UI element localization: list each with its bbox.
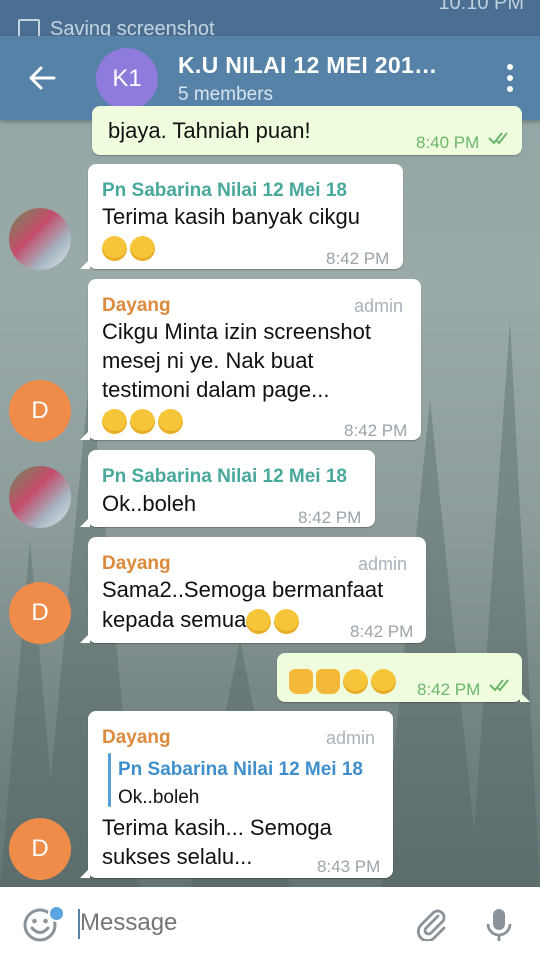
- message-text: Sama2..Semoga bermanfaat: [102, 577, 384, 602]
- avatar-photo[interactable]: [9, 466, 71, 528]
- notification-dot-icon: [48, 905, 65, 922]
- message-text: Cikgu Minta izin screenshot: [102, 319, 372, 344]
- smiling-emoji-icon: [130, 408, 155, 434]
- message-text: Terima kasih banyak cikgu: [102, 204, 361, 229]
- thumbs-up-emoji-icon: [289, 668, 313, 694]
- heart-eyes-emoji-icon: [343, 668, 368, 694]
- thumbs-up-emoji-icon: [316, 668, 340, 694]
- status-bar: Saving screenshot 10:10 PM: [0, 0, 540, 36]
- message-input-bar: [0, 887, 540, 960]
- kissing-heart-emoji-icon: [246, 608, 272, 634]
- message-bubble-incoming[interactable]: Dayang admin Pn Sabarina Nilai 12 Mei 18…: [80, 711, 393, 878]
- more-options-icon[interactable]: [506, 64, 514, 92]
- read-checks-icon: [488, 132, 508, 145]
- message-text: testimoni dalam page...: [102, 377, 330, 402]
- smiling-emoji-icon: [102, 408, 127, 434]
- message-sender: Dayang: [102, 295, 171, 316]
- message-text-with-emoji: kepada semua: [102, 605, 302, 634]
- message-bubble-incoming[interactable]: Pn Sabarina Nilai 12 Mei 18 Terima kasih…: [80, 164, 403, 269]
- message-time: 8:43 PM: [317, 857, 381, 876]
- heart-eyes-emoji-icon: [102, 235, 127, 261]
- message-text: kepada semua: [102, 607, 247, 632]
- chat-subtitle[interactable]: 5 members: [178, 84, 273, 106]
- message-time: 8:42 PM: [344, 421, 408, 440]
- message-text: mesej ni ye. Nak buat: [102, 348, 314, 373]
- heart-eyes-emoji-icon: [371, 668, 396, 694]
- message-time: 8:40 PM: [416, 133, 480, 152]
- message-bubble-incoming[interactable]: Dayang admin Cikgu Minta izin screenshot…: [80, 279, 421, 440]
- message-sender: Dayang: [102, 553, 171, 574]
- kissing-heart-emoji-icon: [130, 235, 155, 261]
- image-icon: [18, 18, 40, 36]
- message-time: 8:42 PM: [326, 249, 390, 268]
- avatar-photo[interactable]: [9, 208, 71, 270]
- kissing-heart-emoji-icon: [274, 608, 300, 634]
- back-arrow-icon[interactable]: [26, 62, 58, 94]
- microphone-icon[interactable]: [484, 907, 514, 943]
- message-sender: Dayang: [102, 727, 171, 748]
- message-input[interactable]: [80, 909, 380, 937]
- notification-saving: Saving screenshot: [18, 18, 215, 36]
- message-bubble-incoming[interactable]: Dayang admin Sama2..Semoga bermanfaat ke…: [80, 537, 426, 643]
- attach-icon[interactable]: [414, 907, 448, 941]
- message-emoji: [289, 665, 399, 694]
- message-sender: Pn Sabarina Nilai 12 Mei 18: [102, 180, 347, 201]
- message-bubble-incoming[interactable]: Pn Sabarina Nilai 12 Mei 18 Ok..boleh 8:…: [80, 450, 375, 527]
- chat-title[interactable]: K.U NILAI 12 MEI 201…: [178, 52, 437, 79]
- message-text: Ok..boleh: [102, 491, 197, 516]
- status-clock: 10:10 PM: [438, 0, 524, 14]
- avatar-initial[interactable]: D: [9, 818, 71, 880]
- group-avatar[interactable]: K1: [96, 48, 158, 110]
- message-bubble-outgoing[interactable]: 8:42 PM: [277, 653, 530, 702]
- message-time: 8:42 PM: [417, 680, 481, 699]
- message-sender: Pn Sabarina Nilai 12 Mei 18: [102, 466, 347, 487]
- message-text: Terima kasih... Semoga: [102, 815, 332, 840]
- read-checks-icon: [489, 679, 509, 692]
- grinning-emoji-icon: [158, 408, 183, 434]
- reply-quote-bar: [108, 753, 111, 807]
- message-emoji: [102, 232, 158, 261]
- notification-text: Saving screenshot: [50, 18, 215, 36]
- avatar-initial[interactable]: D: [9, 582, 71, 644]
- message-text: bjaya. Tahniah puan!: [108, 118, 311, 143]
- message-emoji: [102, 405, 186, 434]
- reply-sender[interactable]: Pn Sabarina Nilai 12 Mei 18: [118, 755, 363, 784]
- message-text: sukses selalu...: [102, 844, 253, 869]
- reply-text[interactable]: Ok..boleh: [118, 783, 199, 812]
- message-time: 8:42 PM: [298, 508, 362, 527]
- avatar-initial[interactable]: D: [9, 380, 71, 442]
- admin-badge: admin: [326, 728, 376, 748]
- message-time: 8:42 PM: [350, 622, 414, 641]
- message-bubble-outgoing[interactable]: bjaya. Tahniah puan! 8:40 PM: [92, 106, 522, 155]
